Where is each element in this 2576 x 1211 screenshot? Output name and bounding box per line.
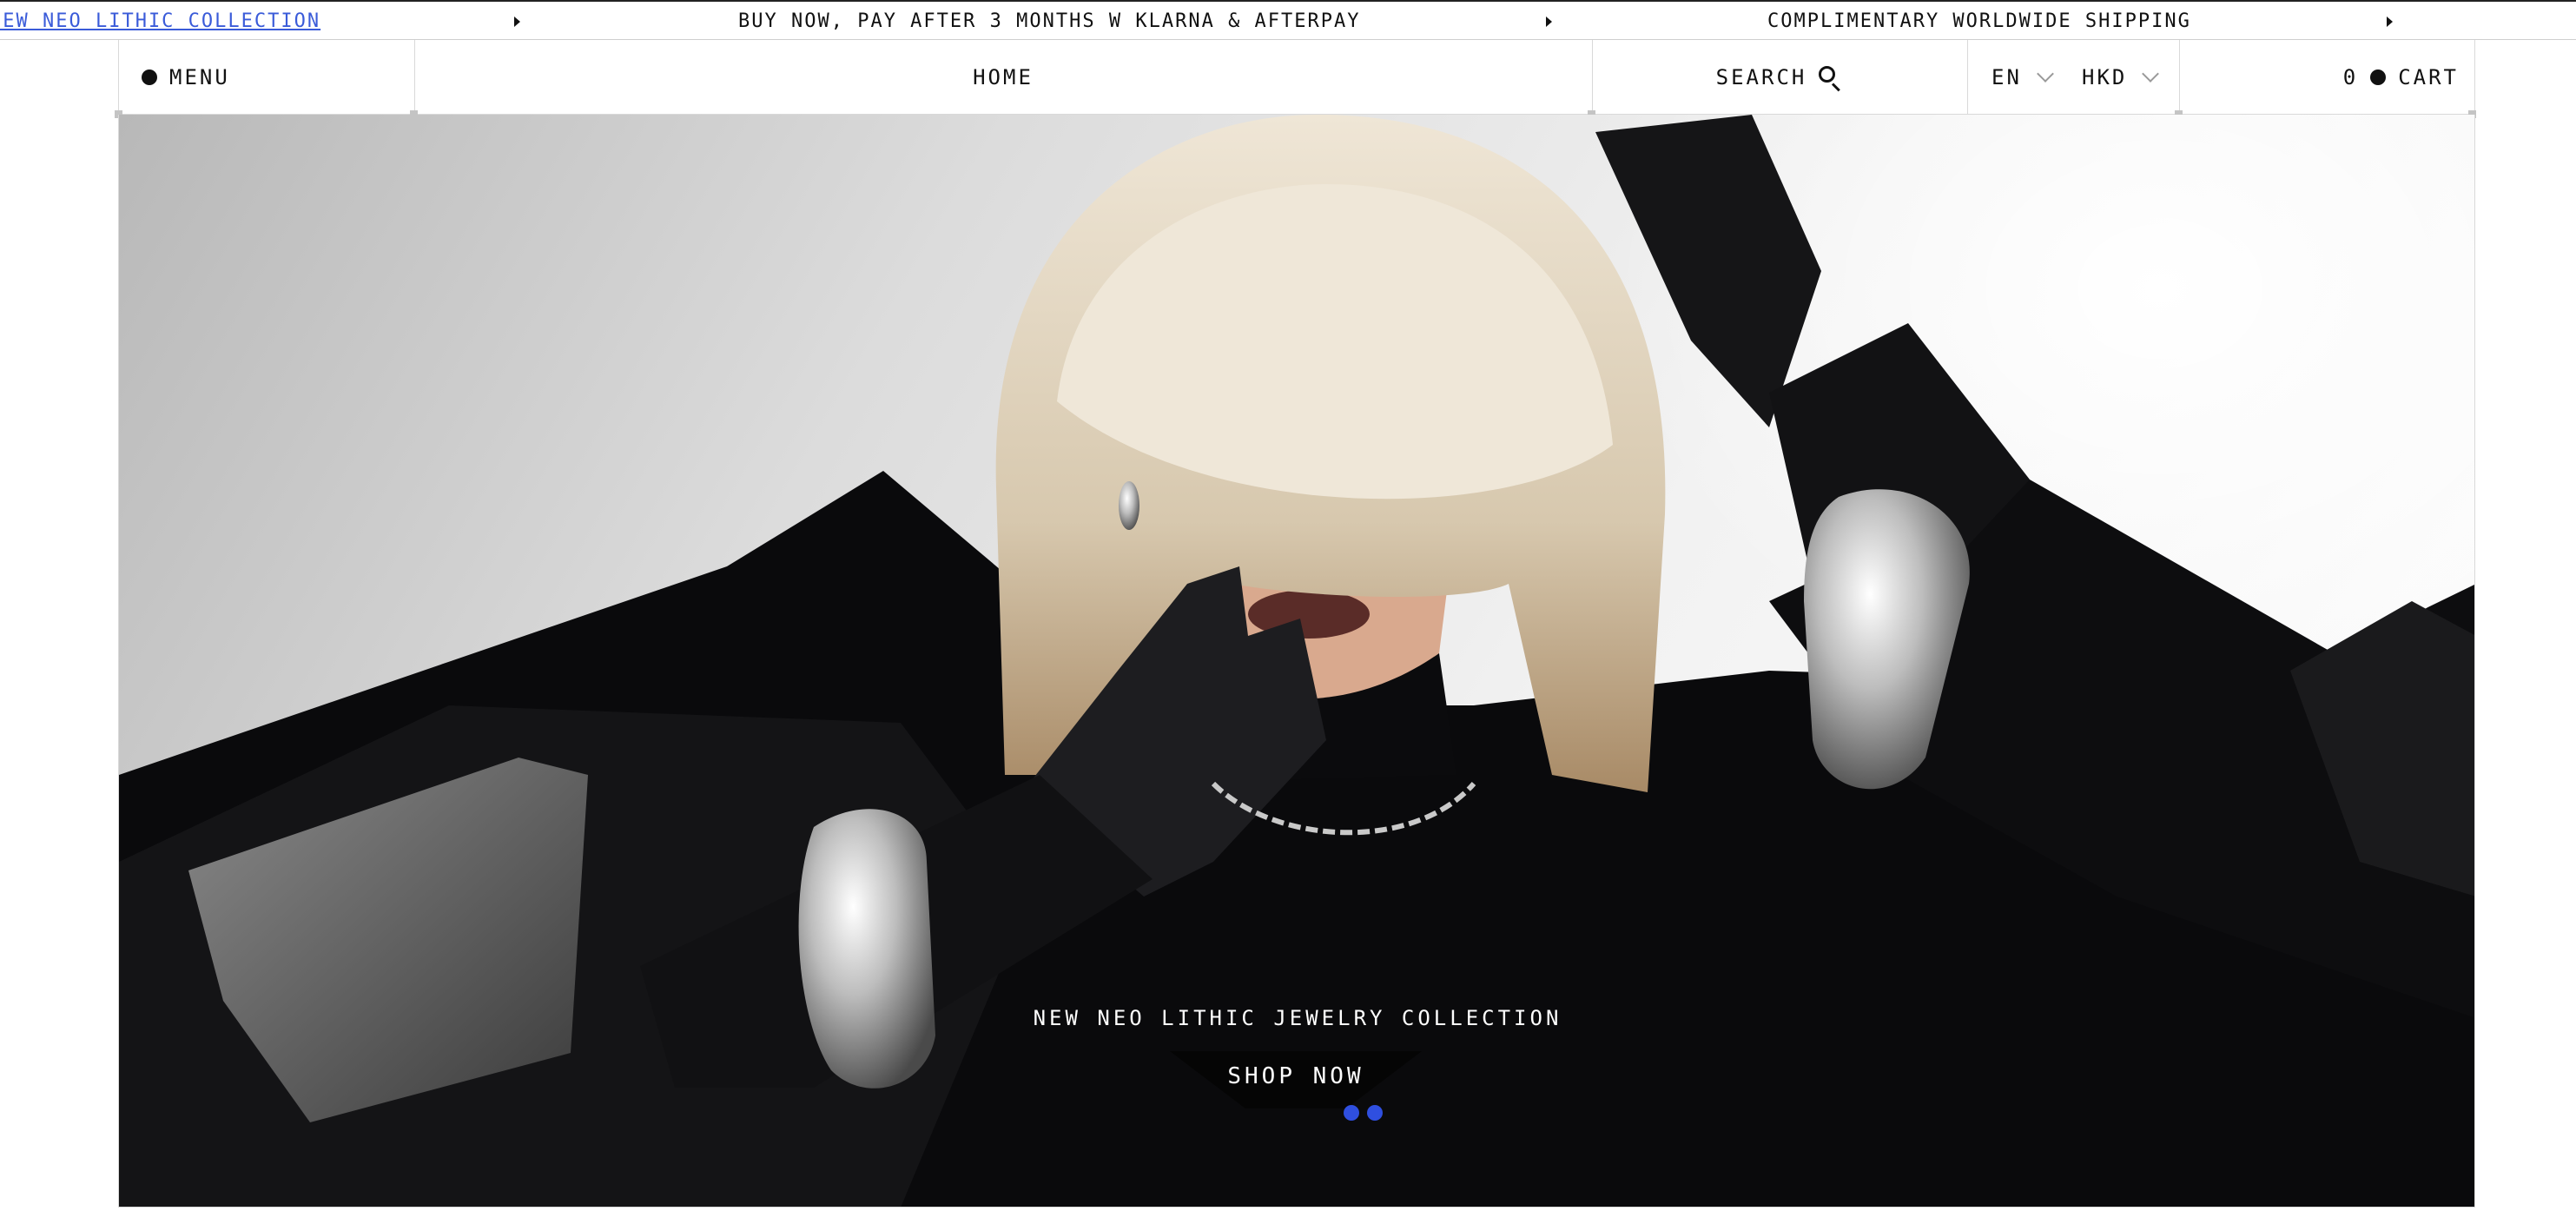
hero-banner[interactable]: NEW NEO LITHIC JEWELRY COLLECTION SHOP N… [118,115,2475,1208]
menu-button[interactable]: MENU [142,40,230,115]
chevron-down-icon [2037,65,2054,83]
hero-image [119,115,2474,1207]
search-button[interactable]: SEARCH [1592,40,1967,115]
menu-label: MENU [169,65,230,89]
chevron-down-icon [2142,65,2160,83]
chevron-right-icon[interactable] [514,17,520,27]
home-link[interactable]: HOME [414,40,1592,115]
language-selector[interactable]: EN [1991,40,2054,115]
cart-count: 0 [2342,65,2359,89]
hero-caption: NEW NEO LITHIC JEWELRY COLLECTION [1033,1006,1562,1030]
home-label: HOME [973,65,1034,89]
currency-selector[interactable]: HKD [2082,40,2160,115]
announcement-link-collection[interactable]: NEW NEO LITHIC COLLECTION [0,10,320,32]
carousel-dot-2[interactable] [1367,1105,1383,1121]
chevron-right-icon[interactable] [1546,17,1552,27]
currency-value: HKD [2082,65,2128,89]
language-value: EN [1991,65,2022,89]
cart-button[interactable]: 0 CART [2343,40,2459,115]
chevron-right-icon[interactable] [2387,17,2393,27]
menu-dot-icon [142,69,157,85]
carousel-dot-1[interactable] [1344,1105,1359,1121]
cart-dot-icon [2370,69,2387,85]
search-icon [1817,64,1843,92]
announcement-shipping: COMPLIMENTARY WORLDWIDE SHIPPING [1767,10,2191,32]
site-header: MENU HOME SEARCH EN HKD 0 CART [115,40,2476,118]
search-label: SEARCH [1715,65,1807,89]
announcement-klarna: BUY NOW, PAY AFTER 3 MONTHS W KLARNA & A… [738,10,1361,32]
carousel-indicator [1344,1105,1383,1121]
cart-label: CART [2398,65,2459,89]
announcement-bar: NEW NEO LITHIC COLLECTION BUY NOW, PAY A… [0,0,2576,40]
